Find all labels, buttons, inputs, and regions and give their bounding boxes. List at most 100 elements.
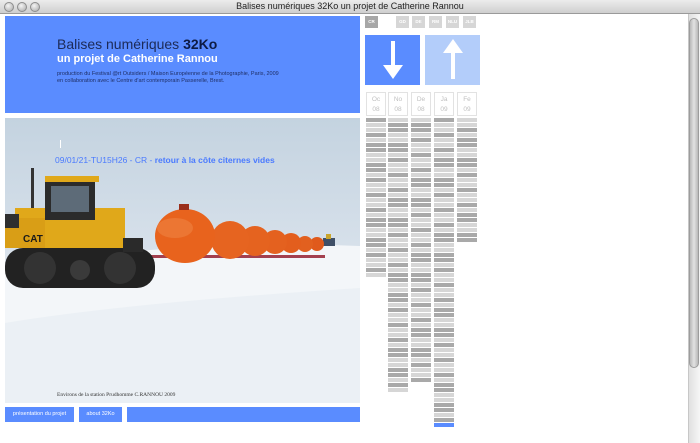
day-cell[interactable] xyxy=(411,153,431,157)
day-cell[interactable] xyxy=(434,378,454,382)
day-cell[interactable] xyxy=(366,208,386,212)
day-cell[interactable] xyxy=(434,203,454,207)
day-cell[interactable] xyxy=(388,133,408,137)
day-cell[interactable] xyxy=(411,208,431,212)
day-cell[interactable] xyxy=(388,163,408,167)
day-cell[interactable] xyxy=(411,118,431,122)
day-cell[interactable] xyxy=(434,373,454,377)
day-cell[interactable] xyxy=(366,233,386,237)
day-cell[interactable] xyxy=(411,158,431,162)
day-cell[interactable] xyxy=(388,198,408,202)
day-cell[interactable] xyxy=(457,133,477,137)
day-cell[interactable] xyxy=(388,268,408,272)
day-cell[interactable] xyxy=(457,143,477,147)
day-cell[interactable] xyxy=(434,323,454,327)
day-cell[interactable] xyxy=(388,343,408,347)
day-cell[interactable] xyxy=(434,268,454,272)
day-cell[interactable] xyxy=(388,308,408,312)
day-cell[interactable] xyxy=(366,188,386,192)
day-cell[interactable] xyxy=(366,138,386,142)
day-cell[interactable] xyxy=(388,148,408,152)
day-cell[interactable] xyxy=(457,208,477,212)
day-cell[interactable] xyxy=(434,273,454,277)
day-cell[interactable] xyxy=(434,243,454,247)
day-cell[interactable] xyxy=(411,353,431,357)
day-cell[interactable] xyxy=(411,218,431,222)
day-cell[interactable] xyxy=(434,208,454,212)
day-cell[interactable] xyxy=(434,358,454,362)
day-cell[interactable] xyxy=(457,203,477,207)
day-cell[interactable] xyxy=(366,183,386,187)
day-cell[interactable] xyxy=(388,258,408,262)
day-cell[interactable] xyxy=(434,403,454,407)
day-cell[interactable] xyxy=(366,133,386,137)
day-cell[interactable] xyxy=(411,263,431,267)
day-cell[interactable] xyxy=(411,168,431,172)
day-cell[interactable] xyxy=(411,228,431,232)
day-cell[interactable] xyxy=(388,283,408,287)
day-cell[interactable] xyxy=(411,358,431,362)
day-cell[interactable] xyxy=(411,163,431,167)
day-cell[interactable] xyxy=(411,178,431,182)
day-cell[interactable] xyxy=(388,243,408,247)
day-cell[interactable] xyxy=(434,283,454,287)
day-cell[interactable] xyxy=(388,128,408,132)
day-cell[interactable] xyxy=(366,193,386,197)
day-cell[interactable] xyxy=(434,293,454,297)
day-cell[interactable] xyxy=(388,213,408,217)
day-cell[interactable] xyxy=(457,213,477,217)
day-cell[interactable] xyxy=(388,298,408,302)
day-cell[interactable] xyxy=(388,138,408,142)
day-cell[interactable] xyxy=(388,233,408,237)
day-cell[interactable] xyxy=(434,188,454,192)
previous-up-button[interactable] xyxy=(425,35,480,85)
day-cell[interactable] xyxy=(366,163,386,167)
day-cell[interactable] xyxy=(434,128,454,132)
day-cell[interactable] xyxy=(434,353,454,357)
day-cell[interactable] xyxy=(411,133,431,137)
day-cell[interactable] xyxy=(366,123,386,127)
day-cell[interactable] xyxy=(457,238,477,242)
day-cell[interactable] xyxy=(388,223,408,227)
day-cell[interactable] xyxy=(457,123,477,127)
month-header-fe[interactable]: Fe 09 xyxy=(457,92,477,116)
day-cell[interactable] xyxy=(411,348,431,352)
day-cell[interactable] xyxy=(411,328,431,332)
day-cell[interactable] xyxy=(411,308,431,312)
day-cell[interactable] xyxy=(457,173,477,177)
day-cell[interactable] xyxy=(366,168,386,172)
day-cell[interactable] xyxy=(434,308,454,312)
day-cell[interactable] xyxy=(388,333,408,337)
day-cell[interactable] xyxy=(411,288,431,292)
day-cell[interactable] xyxy=(434,363,454,367)
day-cell[interactable] xyxy=(388,253,408,257)
day-cell[interactable] xyxy=(388,173,408,177)
day-cell[interactable] xyxy=(366,118,386,122)
day-cell[interactable] xyxy=(434,133,454,137)
day-cell[interactable] xyxy=(388,273,408,277)
day-cell[interactable] xyxy=(457,168,477,172)
day-cell[interactable] xyxy=(388,208,408,212)
day-cell[interactable] xyxy=(411,123,431,127)
day-cell[interactable] xyxy=(411,283,431,287)
day-cell[interactable] xyxy=(434,368,454,372)
day-cell[interactable] xyxy=(388,353,408,357)
day-cell[interactable] xyxy=(388,123,408,127)
day-cell[interactable] xyxy=(457,153,477,157)
day-cell[interactable] xyxy=(434,408,454,412)
day-cell[interactable] xyxy=(411,343,431,347)
day-cell[interactable] xyxy=(434,253,454,257)
day-cell[interactable] xyxy=(434,313,454,317)
day-cell[interactable] xyxy=(411,233,431,237)
day-cell[interactable] xyxy=(434,278,454,282)
day-cell[interactable] xyxy=(457,198,477,202)
day-cell[interactable] xyxy=(388,153,408,157)
day-cell[interactable] xyxy=(366,253,386,257)
day-cell[interactable] xyxy=(434,223,454,227)
day-cell[interactable] xyxy=(366,248,386,252)
day-cell[interactable] xyxy=(457,228,477,232)
day-cell[interactable] xyxy=(434,158,454,162)
day-cell[interactable] xyxy=(388,363,408,367)
day-cell[interactable] xyxy=(434,288,454,292)
day-cell[interactable] xyxy=(366,198,386,202)
